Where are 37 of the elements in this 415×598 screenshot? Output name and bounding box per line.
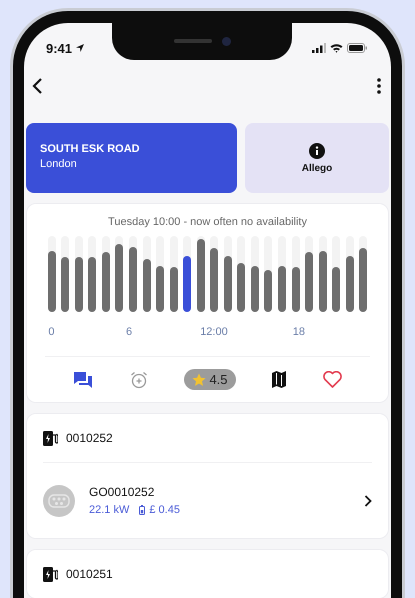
info-icon	[309, 142, 325, 158]
operator-card[interactable]: Allego	[245, 123, 389, 193]
back-chevron-icon[interactable]	[32, 77, 44, 95]
location-city: London	[40, 158, 78, 170]
star-icon	[192, 372, 206, 386]
wifi-icon	[330, 43, 343, 53]
more-icon[interactable]	[377, 78, 381, 94]
charge-point-name: GO0010252	[89, 485, 156, 499]
map-icon[interactable]	[272, 371, 286, 388]
signal-icon	[312, 43, 326, 53]
axis-label: 12:00	[200, 326, 228, 340]
charging-station-icon	[43, 566, 58, 582]
axis-label: 0	[48, 326, 55, 340]
axis-label: 6	[126, 326, 132, 340]
rating-button[interactable]: 4.5	[184, 369, 236, 390]
battery-icon	[347, 43, 367, 53]
status-time: 9:41	[46, 40, 72, 56]
axis-label: 18	[292, 326, 305, 340]
rating-value: 4.5	[209, 372, 228, 387]
plug-socket-icon	[43, 484, 75, 516]
battery-icon	[139, 505, 146, 515]
speaker-grille	[174, 39, 212, 43]
location-name: SOUTH ESK ROAD	[40, 143, 141, 155]
alarm-clock-plus-icon[interactable]	[130, 370, 148, 388]
charge-point-row[interactable]: GO0010252 22.1 kW £ 0.45	[43, 463, 372, 538]
connector-id: 0010252	[66, 431, 113, 445]
charge-price: £ 0.45	[149, 504, 180, 516]
front-camera	[222, 36, 230, 46]
charge-power: 22.1 kW	[89, 504, 130, 516]
connector-id: 0010251	[66, 567, 113, 581]
location-arrow-icon	[75, 43, 86, 53]
chat-bubbles-icon[interactable]	[73, 370, 94, 388]
charging-station-icon	[43, 430, 58, 446]
heart-icon[interactable]	[322, 371, 342, 388]
availability-title: Tuesday 10:00 - now often no availability	[107, 216, 308, 228]
chevron-right-icon	[364, 494, 372, 506]
operator-name: Allego	[302, 162, 332, 174]
